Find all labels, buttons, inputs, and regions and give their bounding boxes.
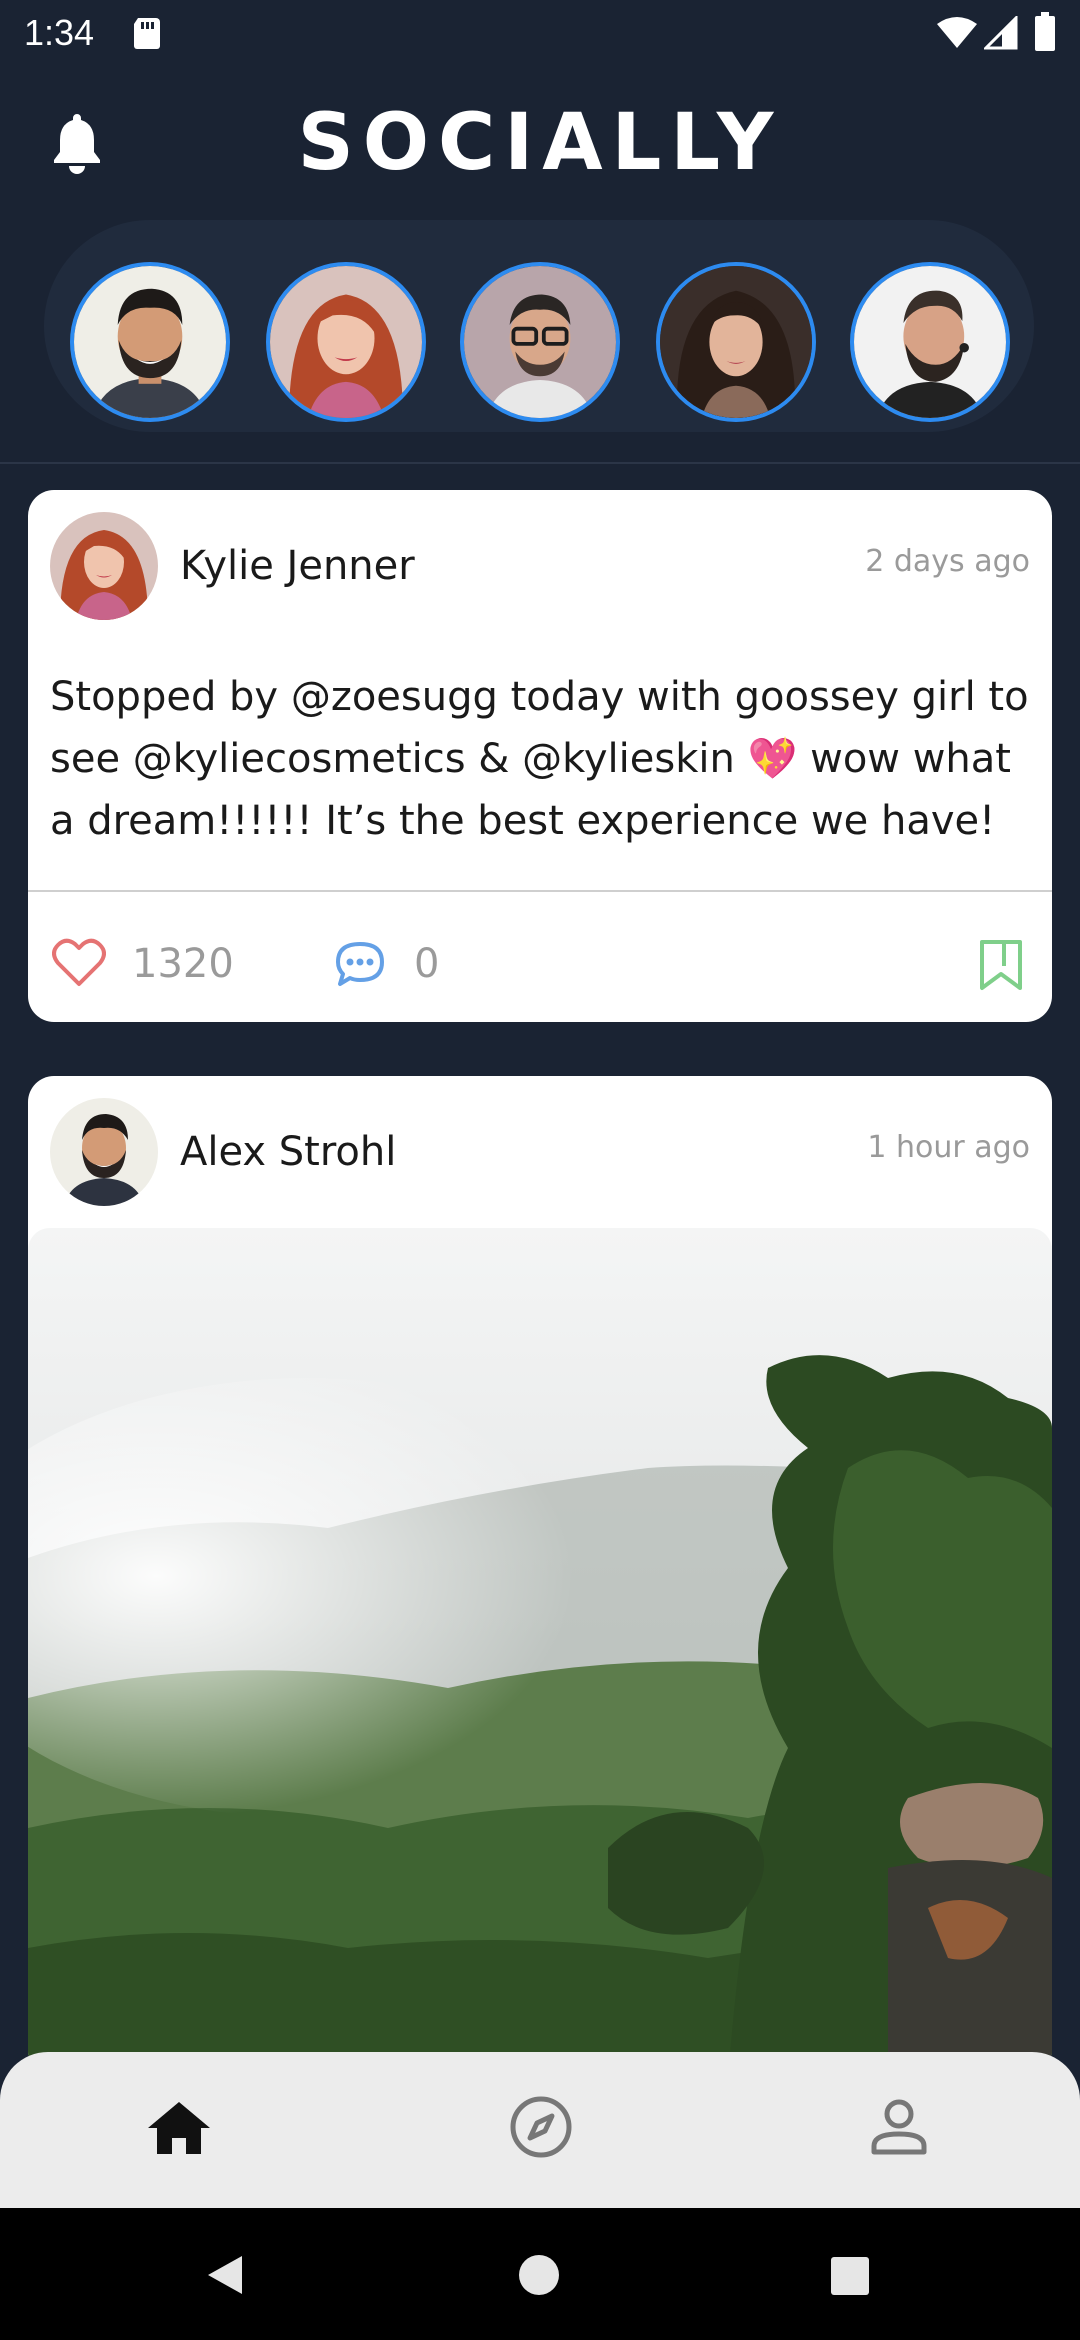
woman-red-hair-photo <box>270 266 422 418</box>
home-icon[interactable] <box>144 2092 214 2162</box>
sd-card-icon <box>134 18 160 49</box>
post-card: Kylie Jenner 2 days ago Stopped by @zoes… <box>28 490 1052 1022</box>
signal-icon <box>984 16 1018 50</box>
app-title: SOCIALLY <box>297 98 783 188</box>
story-avatar[interactable] <box>460 262 620 422</box>
status-bar: 1:34 <box>0 0 1080 66</box>
recents-icon[interactable] <box>830 2256 870 2296</box>
battery-icon <box>1035 12 1055 51</box>
bookmark-icon[interactable] <box>976 938 1026 992</box>
author-name[interactable]: Kylie Jenner <box>180 542 415 590</box>
comment-count: 0 <box>414 941 440 987</box>
comment-icon[interactable] <box>334 940 386 988</box>
author-avatar[interactable] <box>50 1098 158 1206</box>
explore-compass-icon[interactable] <box>506 2092 576 2162</box>
man-glasses-photo <box>464 266 616 418</box>
story-avatar[interactable] <box>656 262 816 422</box>
system-nav-bar <box>0 2208 1080 2340</box>
man-beard-smiling-photo <box>50 1098 158 1206</box>
post-timestamp: 2 days ago <box>865 544 1030 579</box>
profile-icon[interactable] <box>864 2092 934 2162</box>
post-image[interactable] <box>28 1228 1052 2076</box>
app-header: SOCIALLY <box>0 66 1080 216</box>
post-card: Alex Strohl 1 hour ago <box>28 1076 1052 2076</box>
author-name[interactable]: Alex Strohl <box>180 1128 396 1176</box>
post-timestamp: 1 hour ago <box>867 1130 1030 1165</box>
divider <box>28 890 1052 892</box>
author-avatar[interactable] <box>50 512 158 620</box>
status-time: 1:34 <box>24 12 95 53</box>
story-avatar[interactable] <box>266 262 426 422</box>
story-avatar[interactable] <box>70 262 230 422</box>
woman-curly-hair-photo <box>660 266 812 418</box>
heart-icon[interactable] <box>52 938 106 988</box>
story-avatar[interactable] <box>850 262 1010 422</box>
bottom-nav <box>0 2052 1080 2208</box>
stories-bar <box>0 216 1080 464</box>
man-beard-smiling-photo <box>74 266 226 418</box>
man-beard-profile-photo <box>854 266 1006 418</box>
home-circle-icon[interactable] <box>518 2254 560 2296</box>
woman-red-hair-photo <box>50 512 158 620</box>
post-text: Stopped by @zoesugg today with goossey g… <box>50 674 1029 844</box>
like-count: 1320 <box>132 941 234 987</box>
wifi-icon <box>937 17 977 48</box>
misty-forest-mountain-photo <box>28 1228 1052 2076</box>
back-icon[interactable] <box>204 2252 244 2298</box>
